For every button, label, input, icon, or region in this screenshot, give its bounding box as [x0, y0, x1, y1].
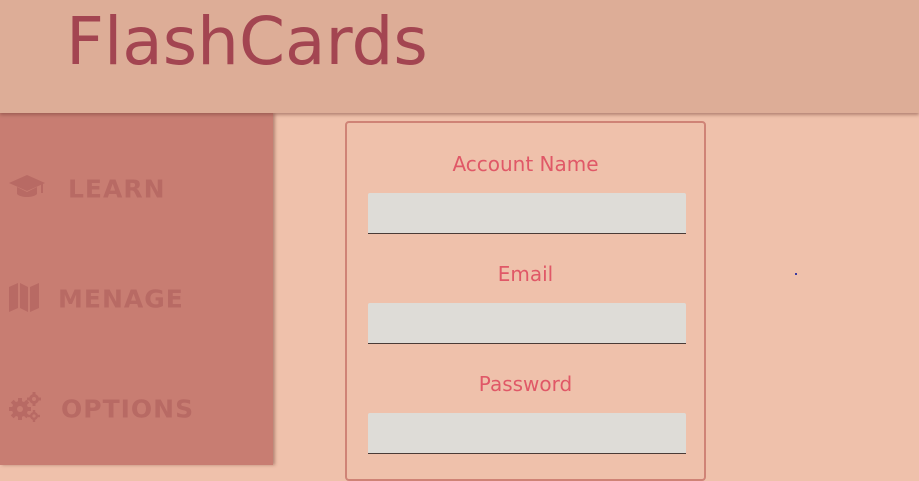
sidebar-item-label: OPTIONS — [61, 394, 195, 424]
email-label: Email — [497, 262, 554, 286]
account-name-label: Account Name — [452, 152, 599, 176]
sidebar-item-menage[interactable]: MENAGE — [0, 274, 273, 324]
sidebar-item-label: MENAGE — [58, 284, 184, 314]
password-label: Password — [478, 372, 573, 396]
gears-icon — [8, 391, 42, 427]
account-form: Account Name Email Password — [345, 121, 706, 481]
password-input[interactable] — [368, 413, 686, 454]
sidebar-item-learn[interactable]: LEARN — [0, 164, 273, 214]
sidebar: LEARN MENAGE OPTIONS — [0, 113, 273, 465]
app-header: FlashCards — [0, 0, 919, 113]
app-title: FlashCards — [66, 3, 428, 80]
sidebar-item-options[interactable]: OPTIONS — [0, 384, 273, 434]
stray-dot — [795, 273, 797, 275]
sidebar-item-label: LEARN — [68, 174, 166, 204]
map-icon — [8, 281, 40, 317]
account-name-input[interactable] — [368, 193, 686, 234]
graduation-cap-icon — [8, 173, 46, 205]
email-input[interactable] — [368, 303, 686, 344]
